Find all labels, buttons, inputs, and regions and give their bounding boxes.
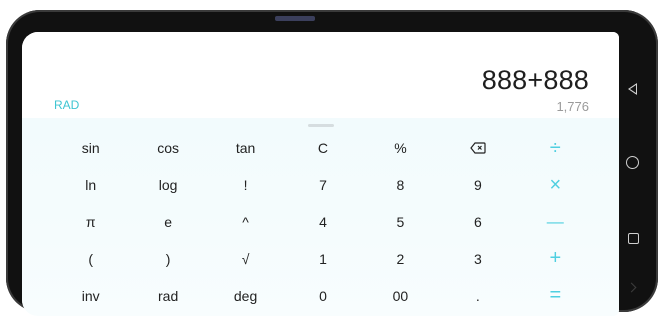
key-rad[interactable]: rad	[129, 277, 206, 314]
key-equals[interactable]: =	[517, 277, 594, 314]
result-preview: 1,776	[556, 99, 589, 114]
key-5[interactable]: 5	[362, 204, 439, 241]
key-sin[interactable]: sin	[52, 130, 129, 167]
key-6[interactable]: 6	[439, 204, 516, 241]
nav-recent-icon[interactable]	[628, 233, 639, 244]
key-grid: sin cos tan C % ÷ ln log ! 7 8 9 × π e ^…	[52, 130, 594, 314]
drag-handle[interactable]	[308, 124, 334, 127]
key-power[interactable]: ^	[207, 204, 284, 241]
calculator-screen: RAD 888+888 1,776 sin cos tan C % ÷ ln l…	[22, 32, 619, 316]
key-1[interactable]: 1	[284, 240, 361, 277]
key-add[interactable]: +	[517, 240, 594, 277]
key-open-paren[interactable]: (	[52, 240, 129, 277]
key-8[interactable]: 8	[362, 167, 439, 204]
key-cos[interactable]: cos	[129, 130, 206, 167]
display-area: RAD 888+888 1,776	[22, 32, 619, 118]
nav-home-icon[interactable]	[626, 156, 639, 169]
key-tan[interactable]: tan	[207, 130, 284, 167]
key-pi[interactable]: π	[52, 204, 129, 241]
key-e[interactable]: e	[129, 204, 206, 241]
key-2[interactable]: 2	[362, 240, 439, 277]
key-ln[interactable]: ln	[52, 167, 129, 204]
expression-display: 888+888	[481, 65, 589, 95]
key-deg[interactable]: deg	[207, 277, 284, 314]
key-decimal[interactable]: .	[439, 277, 516, 314]
key-clear[interactable]: C	[284, 130, 361, 167]
key-4[interactable]: 4	[284, 204, 361, 241]
top-sensor-bar	[275, 16, 315, 21]
key-multiply[interactable]: ×	[517, 167, 594, 204]
key-inv[interactable]: inv	[52, 277, 129, 314]
key-9[interactable]: 9	[439, 167, 516, 204]
key-subtract[interactable]: —	[517, 204, 594, 241]
key-sqrt[interactable]: √	[207, 240, 284, 277]
key-0[interactable]: 0	[284, 277, 361, 314]
phone-frame: RAD 888+888 1,776 sin cos tan C % ÷ ln l…	[6, 10, 658, 316]
keypad: sin cos tan C % ÷ ln log ! 7 8 9 × π e ^…	[22, 118, 619, 316]
key-factorial[interactable]: !	[207, 167, 284, 204]
key-log[interactable]: log	[129, 167, 206, 204]
nav-back-icon[interactable]	[628, 83, 637, 95]
key-percent[interactable]: %	[362, 130, 439, 167]
key-7[interactable]: 7	[284, 167, 361, 204]
angle-mode-label: RAD	[54, 98, 80, 112]
key-close-paren[interactable]: )	[129, 240, 206, 277]
key-00[interactable]: 00	[362, 277, 439, 314]
backspace-icon[interactable]	[439, 130, 516, 167]
key-divide[interactable]: ÷	[517, 130, 594, 167]
key-3[interactable]: 3	[439, 240, 516, 277]
